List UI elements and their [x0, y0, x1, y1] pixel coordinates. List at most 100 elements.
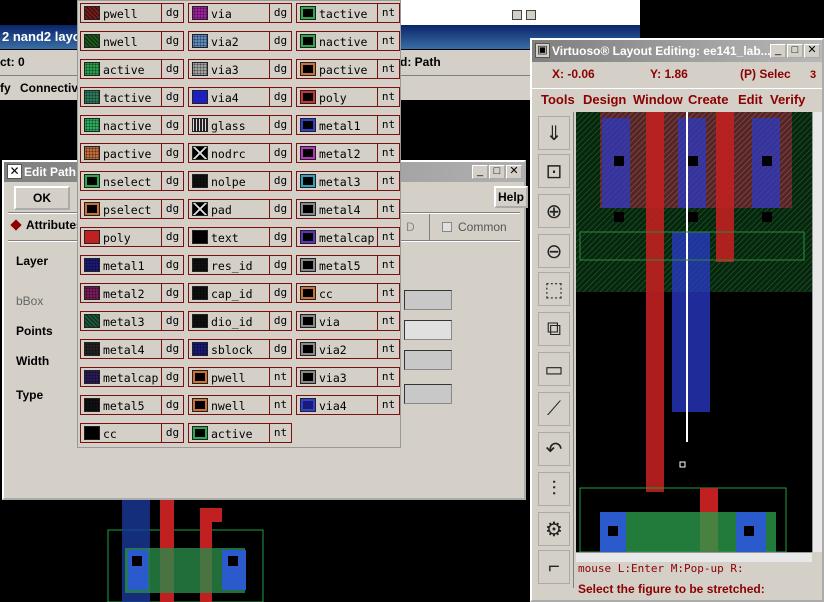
layer-cell[interactable]: metal1 nt: [296, 115, 400, 135]
layer-cell[interactable]: via4 dg: [188, 87, 292, 107]
zoom-out-icon[interactable]: ⊖: [538, 234, 570, 268]
layer-cell[interactable]: via nt: [296, 311, 400, 331]
select-icon[interactable]: ⬚: [538, 272, 570, 306]
layer-cell[interactable]: metal2 nt: [296, 143, 400, 163]
layer-cell[interactable]: text dg: [188, 227, 292, 247]
layer-cell[interactable]: nselect dg: [80, 171, 184, 191]
layer-cell[interactable]: tactive nt: [296, 3, 400, 23]
menu-tools[interactable]: Tools: [541, 92, 575, 107]
menu-design[interactable]: Design: [583, 92, 626, 107]
layer-cell[interactable]: metalcap dg: [80, 367, 184, 387]
layer-cell[interactable]: via3 dg: [188, 59, 292, 79]
layer-cell[interactable]: metal1 dg: [80, 255, 184, 275]
layer-cell[interactable]: via dg: [188, 3, 292, 23]
layer-cell[interactable]: metal4 dg: [80, 339, 184, 359]
layer-purpose: dg: [269, 228, 291, 246]
layer-cell[interactable]: tactive dg: [80, 87, 184, 107]
layer-cell[interactable]: metal3 nt: [296, 171, 400, 191]
virtuoso-titlebar[interactable]: ▣ Virtuoso® Layout Editing: ee141_lab...…: [532, 40, 822, 62]
layer-cell[interactable]: nactive nt: [296, 31, 400, 51]
minimize-icon[interactable]: _: [472, 165, 488, 179]
layer-cell[interactable]: cap_id dg: [188, 283, 292, 303]
layer-cell[interactable]: via2 dg: [188, 31, 292, 51]
virtuoso-layout-window: ▣ Virtuoso® Layout Editing: ee141_lab...…: [530, 38, 824, 602]
path-icon[interactable]: ⟋: [538, 392, 570, 426]
horizontal-scrollbar[interactable]: [576, 552, 812, 562]
minimize-icon[interactable]: _: [770, 44, 786, 58]
maximize-icon[interactable]: □: [787, 44, 803, 58]
layer-cell[interactable]: sblock dg: [188, 339, 292, 359]
vertical-scrollbar[interactable]: [812, 112, 822, 552]
ok-button[interactable]: OK: [14, 186, 70, 210]
menu-window[interactable]: Window: [633, 92, 683, 107]
undo-icon[interactable]: ↶: [538, 432, 570, 466]
hierarchy-icon[interactable]: ⚙: [538, 512, 570, 546]
layer-cell[interactable]: res_id dg: [188, 255, 292, 275]
layer-cell[interactable]: via2 nt: [296, 339, 400, 359]
bbox-field[interactable]: [404, 290, 452, 310]
maximize-icon[interactable]: □: [489, 165, 505, 179]
layer-cell[interactable]: pwell nt: [188, 367, 292, 387]
bg-menu-connectivity[interactable]: Connectivi: [20, 81, 81, 95]
layer-purpose: dg: [161, 200, 183, 218]
layer-cell[interactable]: cc nt: [296, 283, 400, 303]
bg-status-right: d: Path: [400, 55, 441, 69]
layer-cell[interactable]: nodrc dg: [188, 143, 292, 163]
bg-menu-verify[interactable]: fy: [0, 81, 11, 95]
menu-create[interactable]: Create: [688, 92, 728, 107]
layer-cell[interactable]: poly nt: [296, 87, 400, 107]
layer-cell[interactable]: poly dg: [80, 227, 184, 247]
layer-cell[interactable]: metal3 dg: [80, 311, 184, 331]
copy-icon[interactable]: ⧉: [538, 312, 570, 346]
layer-cell[interactable]: nactive dg: [80, 115, 184, 135]
properties-icon[interactable]: ⫶: [538, 472, 570, 506]
window-menu-icon[interactable]: ▣: [535, 43, 550, 58]
layer-cell[interactable]: pactive nt: [296, 59, 400, 79]
bg-maximize-button[interactable]: [526, 10, 536, 20]
zoom-in-icon[interactable]: ⊕: [538, 194, 570, 228]
layer-cell[interactable]: pselect dg: [80, 199, 184, 219]
layer-cell[interactable]: active dg: [80, 59, 184, 79]
menu-edit[interactable]: Edit: [738, 92, 763, 107]
layer-swatch-icon: [192, 146, 208, 160]
layer-purpose: nt: [377, 4, 399, 22]
layer-cell[interactable]: metal5 dg: [80, 395, 184, 415]
layer-cell[interactable]: active nt: [188, 423, 292, 443]
zoom-fit-icon[interactable]: ⊡: [538, 154, 570, 188]
layer-cell[interactable]: metal2 dg: [80, 283, 184, 303]
layer-cell[interactable]: via3 nt: [296, 367, 400, 387]
background-layout-canvas[interactable]: [0, 500, 530, 602]
layer-purpose: dg: [161, 368, 183, 386]
help-button[interactable]: Help: [494, 186, 528, 208]
layer-cell[interactable]: via4 nt: [296, 395, 400, 415]
bg-minimize-button[interactable]: [512, 10, 522, 20]
close-icon[interactable]: ✕: [506, 165, 522, 179]
layer-name: tactive: [319, 7, 368, 21]
type-select[interactable]: [404, 384, 452, 404]
tab-connectivity-edge[interactable]: D: [400, 214, 430, 240]
layer-cell[interactable]: pactive dg: [80, 143, 184, 163]
layout-canvas[interactable]: [576, 112, 812, 552]
layer-cell[interactable]: nwell nt: [188, 395, 292, 415]
layer-cell[interactable]: glass dg: [188, 115, 292, 135]
layer-cell[interactable]: nolpe dg: [188, 171, 292, 191]
close-icon[interactable]: ✕: [804, 44, 820, 58]
layer-cell[interactable]: metalcap nt: [296, 227, 400, 247]
layer-cell[interactable]: pwell dg: [80, 3, 184, 23]
layout-drawing: [576, 112, 812, 552]
tab-attributes[interactable]: Attributes: [10, 218, 83, 232]
layer-cell[interactable]: pad dg: [188, 199, 292, 219]
layer-cell[interactable]: nwell dg: [80, 31, 184, 51]
stretch-box-icon[interactable]: ▭: [538, 352, 570, 386]
layer-cell[interactable]: dio_id dg: [188, 311, 292, 331]
layer-cell[interactable]: metal4 nt: [296, 199, 400, 219]
route-icon[interactable]: ⌐: [538, 550, 570, 584]
points-field[interactable]: [404, 320, 452, 340]
menu-verify[interactable]: Verify: [770, 92, 805, 107]
layer-cell[interactable]: cc dg: [80, 423, 184, 443]
width-field[interactable]: [404, 350, 452, 370]
layer-cell[interactable]: metal5 nt: [296, 255, 400, 275]
layer-swatch-icon: [192, 258, 208, 272]
stretch-icon[interactable]: ⇓: [538, 116, 570, 150]
common-toggle[interactable]: Common: [442, 220, 507, 234]
